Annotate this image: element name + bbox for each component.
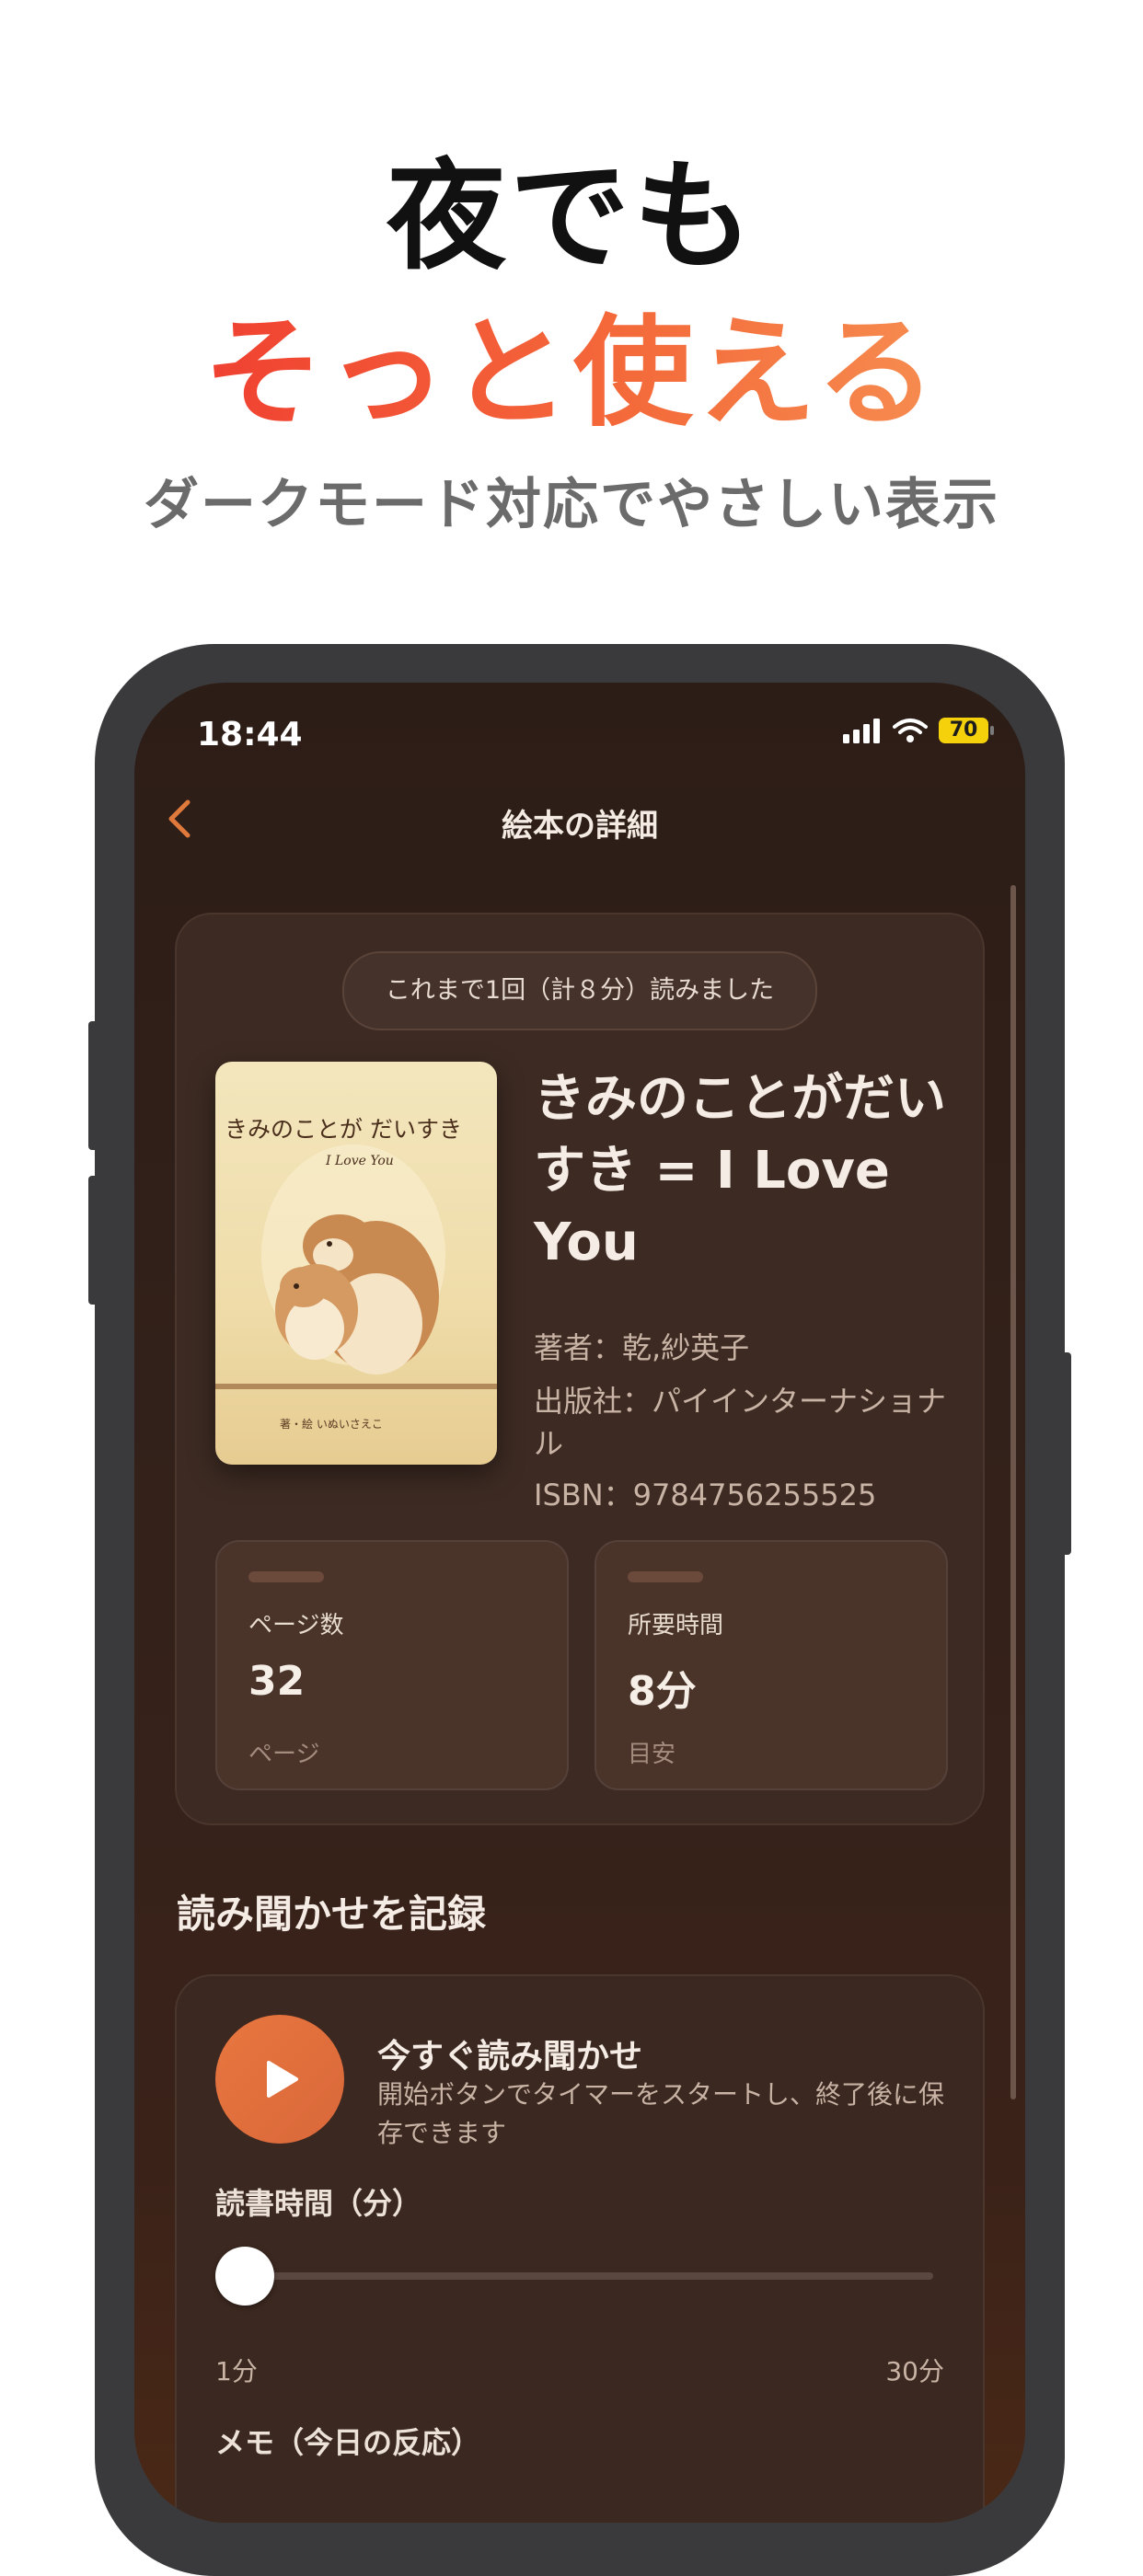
- phone-side-button: [88, 1021, 99, 1150]
- start-reading-description: 開始ボタンでタイマーをスタートし、終了後に保存できます: [377, 2079, 945, 2148]
- stat-value: 32: [248, 1658, 306, 1705]
- book-isbn: ISBN：9784756255525: [534, 1478, 877, 1512]
- scrollbar[interactable]: [1010, 885, 1016, 2099]
- stat-duration: 所要時間 8分 目安: [595, 1540, 948, 1790]
- stat-accent-bar: [628, 1571, 703, 1582]
- book-title: きみのことがだいすき = I Love You: [534, 1069, 946, 1272]
- stat-label: ページ数: [248, 1612, 344, 1639]
- slider-min-label: 1分: [215, 2356, 258, 2386]
- duration-slider-track[interactable]: [234, 2272, 933, 2280]
- stat-label: 所要時間: [628, 1612, 724, 1639]
- cover-subtitle-text: I Love You: [325, 1154, 394, 1168]
- book-detail-card: これまで1回（計８分）読みました きみのことが だいすき I Love You …: [175, 913, 985, 1825]
- duration-slider-thumb[interactable]: [215, 2247, 274, 2306]
- book-publisher: 出版社：パイインターナショナル: [534, 1384, 947, 1461]
- promo-title-line1: 夜でも: [386, 146, 756, 286]
- memo-label: メモ（今日の反応）: [215, 2425, 481, 2460]
- slider-max-label: 30分: [885, 2356, 944, 2386]
- phone-side-button: [88, 1176, 99, 1305]
- record-section-title: 読み聞かせを記録: [177, 1892, 487, 1937]
- stat-unit: ページ: [248, 1741, 320, 1768]
- app-screen: 18:44 70 絵本の詳細 これまで1回（計８分）読みました きみのことが だ…: [134, 683, 1025, 2523]
- battery-indicator: 70: [939, 718, 994, 743]
- status-time: 18:44: [197, 716, 303, 753]
- play-icon: [267, 2061, 298, 2098]
- cover-illustration: きみのことが だいすき I Love You 著・絵 いぬいさえこ: [215, 1062, 497, 1465]
- record-card: 今すぐ読み聞かせ 開始ボタンでタイマーをスタートし、終了後に保存できます 読書時…: [175, 1974, 985, 2523]
- stat-unit: 目安: [628, 1741, 676, 1768]
- wifi-icon: [893, 719, 928, 742]
- cellular-signal-icon: [843, 719, 880, 743]
- read-count-badge: これまで1回（計８分）読みました: [342, 951, 817, 1030]
- status-icons: 70: [843, 718, 994, 743]
- stat-accent-bar: [248, 1571, 324, 1582]
- cover-title-text: きみのことが だいすき: [225, 1116, 462, 1143]
- duration-label: 読書時間（分）: [215, 2186, 422, 2221]
- stat-pages: ページ数 32 ページ: [215, 1540, 569, 1790]
- stat-value: 8分: [628, 1668, 697, 1715]
- book-cover-image[interactable]: きみのことが だいすき I Love You 著・絵 いぬいさえこ: [215, 1062, 497, 1465]
- start-reading-title: 今すぐ読み聞かせ: [377, 2038, 643, 2076]
- promo-subtitle: ダークモード対応でやさしい表示: [144, 473, 999, 537]
- promo-title-line2: そっと使える: [0, 276, 1143, 449]
- start-reading-button[interactable]: [215, 2015, 344, 2144]
- cover-credit-text: 著・絵 いぬいさえこ: [280, 1417, 383, 1431]
- book-author: 著者：乾,紗英子: [534, 1330, 750, 1365]
- page-title: 絵本の詳細: [502, 808, 658, 845]
- phone-power-button: [1060, 1352, 1071, 1555]
